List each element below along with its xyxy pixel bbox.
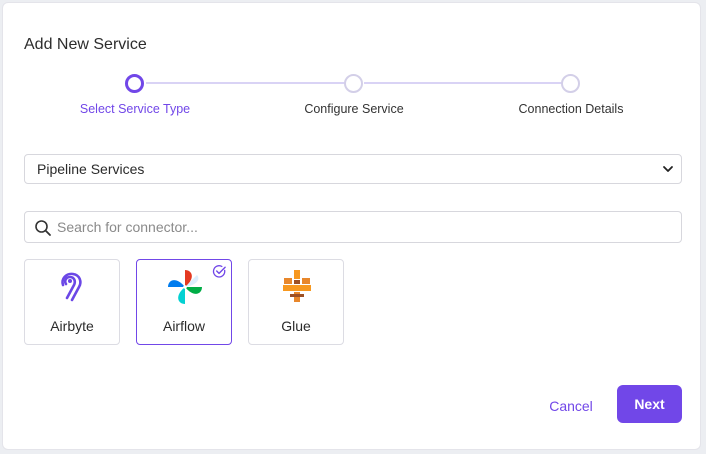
step-1-label: Select Service Type (79, 102, 191, 116)
airflow-logo-icon (168, 270, 202, 304)
connector-name: Airflow (162, 318, 205, 334)
connector-card-airflow[interactable]: Airflow (136, 259, 232, 345)
add-service-dialog: Add New Service Select Service Type Conf… (2, 2, 701, 450)
next-button[interactable]: Next (617, 385, 682, 423)
step-connector-line (146, 82, 345, 84)
service-type-select[interactable]: Pipeline Services (24, 154, 682, 184)
connector-name: Airbyte (50, 318, 94, 334)
connector-name: Glue (281, 318, 311, 334)
chevron-down-icon (663, 166, 673, 172)
step-3-indicator (561, 74, 580, 93)
connector-card-glue[interactable]: Glue (248, 259, 344, 345)
step-3-label: Connection Details (518, 102, 624, 116)
cancel-button[interactable]: Cancel (537, 391, 605, 421)
step-connector-line (364, 82, 562, 84)
selected-check-icon (212, 265, 226, 278)
glue-logo-icon (283, 270, 311, 302)
step-2-label: Configure Service (304, 102, 404, 116)
airbyte-logo-icon (61, 272, 82, 302)
stepper: Select Service Type Configure Service Co… (3, 3, 702, 133)
step-2-indicator (344, 74, 363, 93)
connector-card-airbyte[interactable]: Airbyte (24, 259, 120, 345)
search-icon (35, 220, 51, 236)
service-type-value: Pipeline Services (37, 161, 145, 177)
step-1-indicator (125, 74, 144, 93)
search-input[interactable] (57, 215, 667, 239)
connector-search (24, 211, 682, 243)
